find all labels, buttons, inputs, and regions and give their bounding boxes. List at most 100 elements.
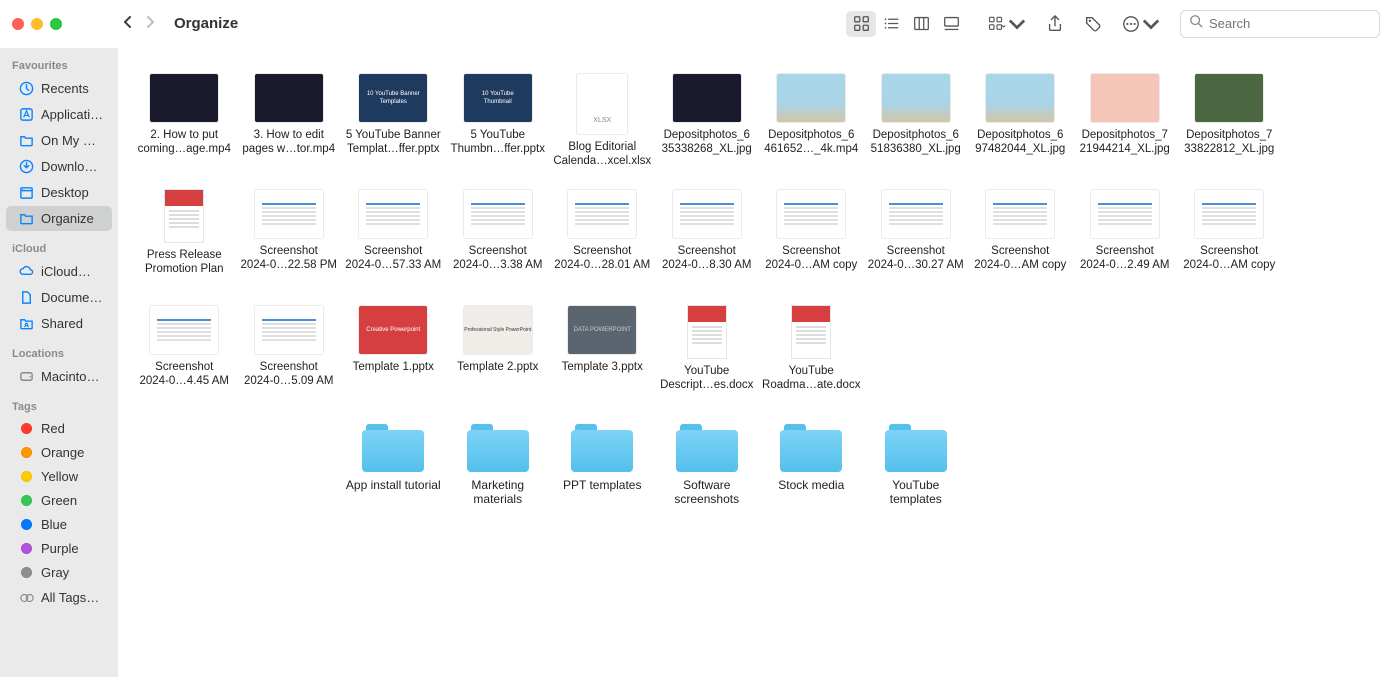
file-item[interactable]: Screenshot2024-0…AM copy	[759, 186, 864, 296]
file-thumbnail	[255, 190, 323, 238]
folder-label-2: materials	[473, 492, 522, 506]
file-label-2: 35338268_XL.jpg	[662, 142, 752, 156]
file-thumbnail	[882, 74, 950, 122]
file-label-2: 2024-0…22.58 PM	[240, 258, 337, 272]
file-item[interactable]: Screenshot2024-0…AM copy	[968, 186, 1073, 296]
sidebar-tag-gray[interactable]: Gray	[6, 561, 112, 584]
file-item[interactable]: DATA POWERPOINTTemplate 3.pptx	[550, 302, 655, 412]
file-item[interactable]: Depositphotos_6461652…_4k.mp4	[759, 70, 864, 180]
share-button[interactable]	[1046, 15, 1064, 33]
file-item[interactable]: YouTubeDescript…es.docx	[655, 302, 760, 412]
tag-button[interactable]	[1084, 15, 1102, 33]
nav-buttons	[122, 15, 156, 32]
file-label: Blog Editorial	[568, 140, 636, 154]
file-label-2: 2024-0…5.09 AM	[244, 374, 334, 388]
window-controls	[12, 18, 62, 30]
file-label-2: 21944214_XL.jpg	[1080, 142, 1170, 156]
sidebar-tag-purple[interactable]: Purple	[6, 537, 112, 560]
file-item[interactable]: 10 YouTube Banner Templates5 YouTube Ban…	[341, 70, 446, 180]
sidebar-item-documents[interactable]: Documents	[6, 285, 112, 310]
all-tags-label: All Tags…	[41, 590, 99, 605]
group-by-button[interactable]	[988, 15, 1026, 33]
folder-item[interactable]: App install tutorial	[341, 418, 446, 528]
file-label: Screenshot	[573, 244, 631, 258]
sidebar-item-recents[interactable]: Recents	[6, 76, 112, 101]
file-thumbnail	[577, 74, 627, 134]
file-item[interactable]: Screenshot2024-0…22.58 PM	[237, 186, 342, 296]
sidebar-item-label: Applicati…	[41, 107, 103, 122]
sidebar-item-macintos-[interactable]: Macintos…	[6, 364, 112, 389]
sidebar-item-desktop[interactable]: Desktop	[6, 180, 112, 205]
file-item[interactable]: Depositphotos_733822812_XL.jpg	[1177, 70, 1282, 180]
file-item[interactable]: Screenshot2024-0…AM copy	[1177, 186, 1282, 296]
folder-item[interactable]: PPT templates	[550, 418, 655, 528]
file-label-2: 2024-0…28.01 AM	[554, 258, 650, 272]
close-window-button[interactable]	[12, 18, 24, 30]
icon-view-button[interactable]	[846, 11, 876, 37]
file-label: Template 1.pptx	[353, 360, 434, 374]
file-item[interactable]: Professional Style PowerPointTemplate 2.…	[446, 302, 551, 412]
sidebar-tag-orange[interactable]: Orange	[6, 441, 112, 464]
file-item[interactable]: Screenshot2024-0…3.38 AM	[446, 186, 551, 296]
sidebar-item-icloud-[interactable]: iCloud…	[6, 259, 112, 284]
sidebar-item-downloads[interactable]: Downloads	[6, 154, 112, 179]
file-label: 5 YouTube Banner	[346, 128, 441, 142]
file-item[interactable]: Screenshot2024-0…30.27 AM	[864, 186, 969, 296]
file-item[interactable]: Depositphotos_721944214_XL.jpg	[1073, 70, 1178, 180]
sidebar-item-label: Documents	[41, 290, 104, 305]
file-label-2: 2024-0…8.30 AM	[662, 258, 752, 272]
back-button[interactable]	[122, 15, 134, 32]
file-item[interactable]: 3. How to editpages w…tor.mp4	[237, 70, 342, 180]
file-item[interactable]: Screenshot2024-0…57.33 AM	[341, 186, 446, 296]
sidebar-item-on-my-mac[interactable]: On My Mac	[6, 128, 112, 153]
file-item[interactable]: 10 YouTube Thumbnail5 YouTubeThumbn…ffer…	[446, 70, 551, 180]
sidebar-item-applicati-[interactable]: Applicati…	[6, 102, 112, 127]
file-label: YouTube	[684, 364, 729, 378]
folder-item[interactable]: Marketingmaterials	[446, 418, 551, 528]
file-item[interactable]: Depositphotos_635338268_XL.jpg	[655, 70, 760, 180]
folder-item[interactable]: Stock media	[759, 418, 864, 528]
file-item[interactable]: Blog EditorialCalenda…xcel.xlsx	[550, 70, 655, 180]
file-item[interactable]: Depositphotos_651836380_XL.jpg	[864, 70, 969, 180]
search-field[interactable]	[1180, 10, 1380, 38]
folder-icon	[780, 422, 842, 472]
sidebar-tag-label: Purple	[41, 541, 79, 556]
action-menu-button[interactable]	[1122, 15, 1160, 33]
file-item[interactable]: 2. How to putcoming…age.mp4	[132, 70, 237, 180]
fullscreen-window-button[interactable]	[50, 18, 62, 30]
column-view-button[interactable]	[906, 11, 936, 37]
file-label: YouTube	[789, 364, 834, 378]
file-label-2: 2024-0…AM copy	[765, 258, 857, 272]
file-item[interactable]: Screenshot2024-0…5.09 AM	[237, 302, 342, 412]
forward-button[interactable]	[144, 15, 156, 32]
sidebar-section-favourites: Favourites	[0, 56, 118, 75]
file-thumbnail	[255, 74, 323, 122]
sidebar-tag-blue[interactable]: Blue	[6, 513, 112, 536]
folder-label-2: screenshots	[674, 492, 739, 506]
folder-item[interactable]: Softwarescreenshots	[655, 418, 760, 528]
file-item[interactable]: Screenshot2024-0…2.49 AM	[1073, 186, 1178, 296]
file-item[interactable]: Creative PowerpointTemplate 1.pptx	[341, 302, 446, 412]
sidebar-item-all-tags[interactable]: All Tags…	[6, 585, 112, 610]
sidebar-item-shared[interactable]: Shared	[6, 311, 112, 336]
file-item[interactable]: Depositphotos_697482044_XL.jpg	[968, 70, 1073, 180]
folder-label: Marketing	[471, 478, 524, 492]
minimize-window-button[interactable]	[31, 18, 43, 30]
sidebar-tag-red[interactable]: Red	[6, 417, 112, 440]
file-item[interactable]: Screenshot2024-0…4.45 AM	[132, 302, 237, 412]
sidebar-item-organize[interactable]: Organize	[6, 206, 112, 231]
sidebar-tag-yellow[interactable]: Yellow	[6, 465, 112, 488]
file-label: Depositphotos_6	[977, 128, 1063, 142]
search-input[interactable]	[1209, 16, 1385, 31]
file-item[interactable]: YouTubeRoadma…ate.docx	[759, 302, 864, 412]
sidebar-tag-green[interactable]: Green	[6, 489, 112, 512]
file-item[interactable]: Screenshot2024-0…28.01 AM	[550, 186, 655, 296]
app-icon	[18, 106, 35, 123]
gallery-view-button[interactable]	[936, 11, 966, 37]
folder-item[interactable]: YouTubetemplates	[864, 418, 969, 528]
main-area: Favourites Recents Applicati… On My MacDow…	[0, 48, 1400, 677]
file-item[interactable]: Press ReleasePromotion Plan	[132, 186, 237, 296]
list-view-button[interactable]	[876, 11, 906, 37]
file-label-2: 2024-0…AM copy	[1183, 258, 1275, 272]
file-item[interactable]: Screenshot2024-0…8.30 AM	[655, 186, 760, 296]
